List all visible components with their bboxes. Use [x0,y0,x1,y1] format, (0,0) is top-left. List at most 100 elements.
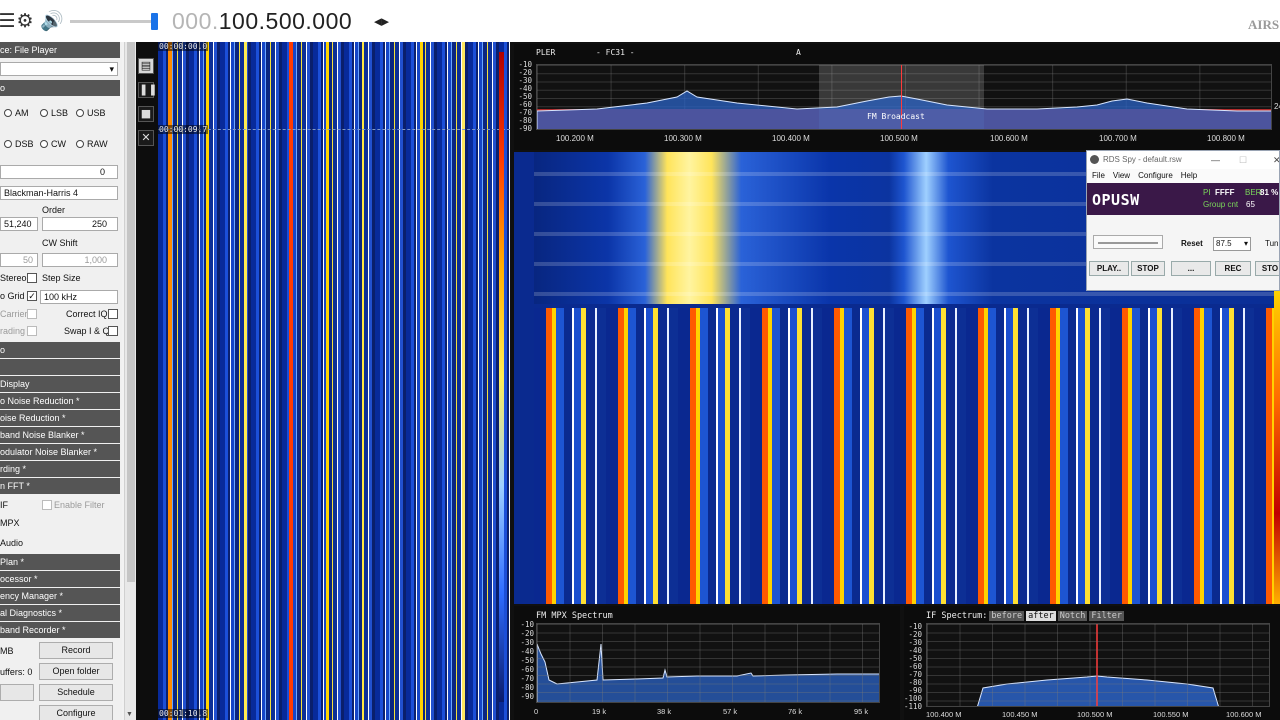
pause-icon[interactable]: ❚❚ [138,82,157,98]
tune-button[interactable]: Tun [1265,239,1279,248]
tools-icon[interactable]: ✕ [138,130,154,146]
left-panel-scrollbar[interactable]: ▼ [124,42,136,720]
section-baseband-recorder[interactable]: band Recorder * [0,622,120,638]
order-stepper[interactable]: 250 [42,217,118,231]
stop-button[interactable]: STOP [1131,261,1165,276]
section-zoom-fft[interactable]: n FFT * [0,478,120,494]
snap-grid-checkbox[interactable]: ✓ [27,291,37,301]
x-tick: 100.550 M [1153,710,1189,719]
mode-dsb-radio[interactable]: DSB [4,139,34,149]
fm-mpx-spectrum-panel[interactable]: FM MPX Spectrum -10 -20 -30 -40 -50 -60 … [514,606,900,720]
correct-iq-checkbox[interactable] [108,309,118,319]
section-display[interactable]: Display [0,376,120,392]
play-button[interactable]: PLAY.. [1089,261,1129,276]
maximize-icon[interactable]: ☐ [1239,151,1247,169]
filter-toggle[interactable]: Filter [1089,611,1125,621]
section-signal-diagnostics[interactable]: al Diagnostics * [0,605,120,621]
x-tick: 100.500 M [880,134,918,143]
menu-view[interactable]: View [1113,171,1130,180]
section-frequency-manager[interactable]: ency Manager * [0,588,120,604]
notch-toggle[interactable]: Notch [1057,611,1088,621]
mpx-title: FM MPX Spectrum [536,611,613,621]
section-if-noise-reduction[interactable]: oise Reduction * [0,410,120,426]
enable-filter-label: Enable Filter [54,500,105,510]
gear-icon[interactable]: ⚙ [14,10,36,32]
menu-help[interactable]: Help [1181,171,1197,180]
section-recording[interactable]: rding * [0,461,120,477]
group-count-value: 65 [1246,200,1255,209]
browse-button[interactable]: ... [1171,261,1211,276]
mode-lsb-radio[interactable]: LSB [40,108,68,118]
reset-button[interactable]: Reset [1181,239,1203,248]
trading-label: rading [0,326,26,336]
scroll-down-icon[interactable]: ▼ [126,711,133,718]
rf-spectrum-plot[interactable]: FM Broadcast [536,64,1272,130]
section-demodulator-noise-blanker[interactable]: odulator Noise Blanker * [0,444,120,460]
audio-section-header[interactable]: o [0,342,120,358]
frequency-digits[interactable]: 100.500.000 [219,8,352,34]
bandwidth-stepper[interactable]: 51,240 [0,217,38,231]
minimize-icon[interactable]: — [1211,151,1220,169]
blank-button[interactable] [0,684,34,701]
stereo-checkbox[interactable] [27,273,37,283]
menu-file[interactable]: File [1092,171,1105,180]
mode-cw-radio[interactable]: CW [40,139,66,149]
shift-stepper[interactable]: 0 [0,165,118,179]
menu-configure[interactable]: Configure [1138,171,1173,180]
section-mpx-processor[interactable]: ocessor * [0,571,120,587]
scrollbar-thumb[interactable] [127,42,135,582]
frequency-step-arrows[interactable]: ◂▸ [374,12,389,30]
mode-raw-radio[interactable]: RAW [76,139,108,149]
step-size-dropdown[interactable]: 100 kHz [40,290,118,304]
close-icon[interactable]: ✕ [1273,151,1279,169]
trading-checkbox[interactable] [27,326,37,336]
mpx-plot[interactable] [536,623,880,703]
if-spectrum-panel[interactable]: IF Spectrum: before after Notch Filter -10 -… [904,606,1280,720]
fft-if-radio[interactable]: IF [0,500,8,510]
stop-icon[interactable]: ■ [138,106,154,122]
mode-am-radio[interactable]: AM [4,108,29,118]
schedule-button[interactable]: Schedule [39,684,113,701]
section-band-plan[interactable]: Plan * [0,554,120,570]
squelch-stepper[interactable]: 50 [0,253,38,267]
blank-section-header[interactable] [0,359,120,375]
enable-filter-checkbox[interactable] [42,500,52,510]
section-audio-noise-reduction[interactable]: o Noise Reduction * [0,393,120,409]
rds-level-slider[interactable] [1093,235,1163,249]
filter-type-dropdown[interactable]: Blackman-Harris 4 [0,186,118,200]
if-plot[interactable] [926,623,1270,707]
stop-rec-button[interactable]: STO [1255,261,1279,276]
source-selector-header[interactable]: ce: File Player [0,42,120,58]
fft-audio-radio[interactable]: Audio [0,538,23,548]
volume-slider-thumb[interactable] [151,13,158,30]
swap-iq-checkbox[interactable] [108,326,118,336]
frequency-leading-digits[interactable]: 000. [172,8,219,34]
open-folder-button[interactable]: Open folder [39,663,113,680]
cw-shift-stepper[interactable]: 1,000 [42,253,118,267]
before-toggle[interactable]: before [989,611,1025,621]
section-wideband-noise-blanker[interactable]: band Noise Blanker * [0,427,120,443]
x-tick: 38 k [657,707,672,716]
y-tick: -50 [520,656,534,665]
speaker-icon[interactable]: 🔊 [40,10,64,32]
rf-spectrum-panel[interactable]: PLER - FC31 - A -10 -20 -30 -40 -50 -60 … [514,44,1280,150]
volume-slider-track[interactable] [70,20,156,23]
mode-usb-radio[interactable]: USB [76,108,106,118]
carrier-checkbox[interactable] [27,309,37,319]
rds-title-bar[interactable]: RDS Spy - default.rsw — ☐ ✕ [1087,151,1279,169]
rec-button[interactable]: REC [1215,261,1251,276]
radio-section-header[interactable]: o [0,80,120,96]
source-dropdown[interactable]: ▾ [0,62,118,76]
frequency-select[interactable]: 87.5 ▾ [1213,237,1251,251]
right-axis-label: 24 [1274,102,1280,111]
x-tick: 100.800 M [1207,134,1245,143]
frequency-display[interactable]: 000.100.500.000 [172,8,352,35]
record-button[interactable]: Record [39,642,113,659]
document-icon[interactable]: ▤ [138,58,154,74]
configure-button[interactable]: Configure [39,705,113,720]
recording-waterfall[interactable]: 00:00:00.0 00:00:09.7 00:01:10.8 [158,42,510,720]
signal-trace [462,42,465,720]
fft-mpx-radio[interactable]: MPX [0,518,20,528]
timestamp-end: 00:01:10.8 [158,709,209,718]
after-toggle[interactable]: after [1026,611,1056,621]
